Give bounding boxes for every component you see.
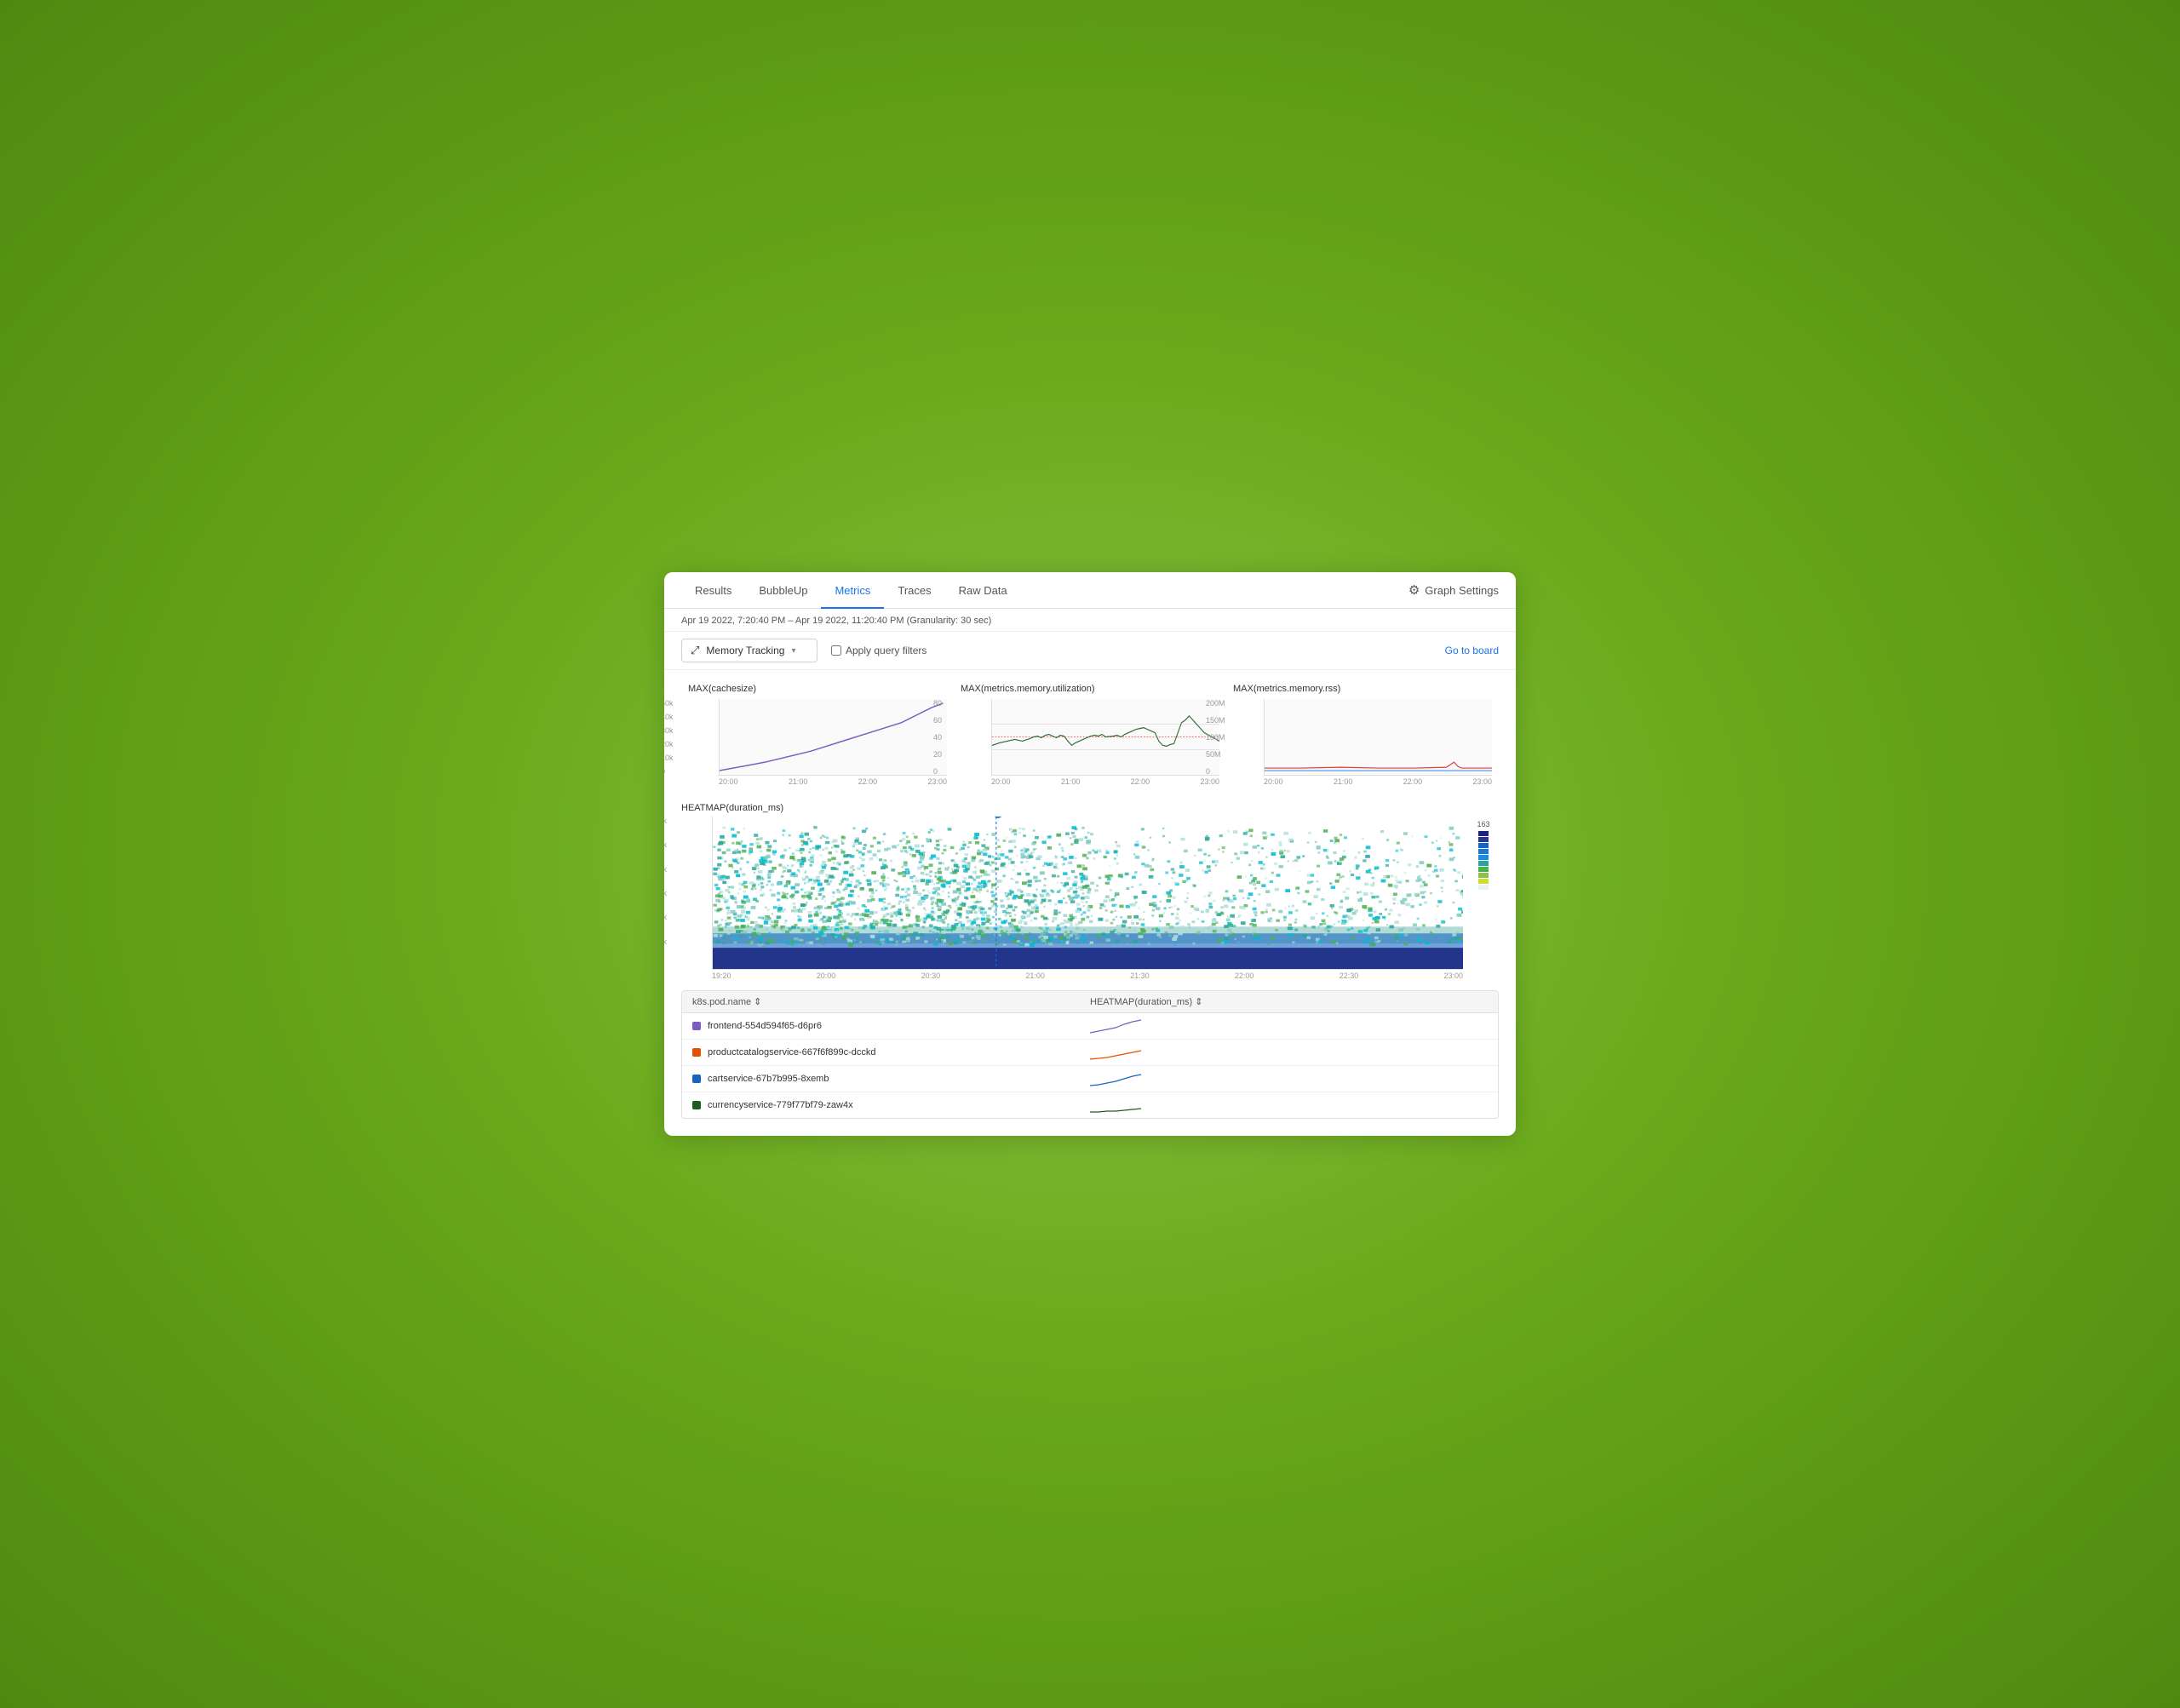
chart-rss-title: MAX(metrics.memory.rss) [1233,684,1492,694]
go-to-board-link[interactable]: Go to board [1445,645,1499,656]
legend-color-5 [1478,855,1489,860]
col1-header[interactable]: k8s.pod.name ⇕ [692,996,1090,1007]
chevron-down-icon: ▾ [791,646,795,656]
row-color-1 [692,1048,701,1057]
chart-icon: ⤢ [691,644,699,657]
mini-chart-1 [1090,1044,1141,1061]
graph-settings-label: Graph Settings [1425,584,1499,597]
row-name-2: cartservice-67b7b995-8xemb [708,1074,829,1084]
legend-color-9 [1478,879,1489,884]
row-left-0: frontend-554d594f65-d6pr6 [692,1021,1090,1031]
filter-bar: ⤢ Memory Tracking ▾ Apply query filters … [664,632,1516,670]
chart-rss-area [1264,699,1492,776]
row-name-0: frontend-554d594f65-d6pr6 [708,1021,822,1031]
date-range: Apr 19 2022, 7:20:40 PM – Apr 19 2022, 1… [664,609,1516,632]
chart-cachesize-ylabels: 50k40k30k20k10k0 [664,699,674,776]
chart-rss-xlabels: 20:0021:0022:0023:00 [1233,777,1492,786]
tab-bar: Results BubbleUp Metrics Traces Raw Data… [664,572,1516,609]
table-row: frontend-554d594f65-d6pr6 [682,1013,1498,1040]
table-header: k8s.pod.name ⇕ HEATMAP(duration_ms) ⇕ [682,991,1498,1013]
heatmap-canvas [712,817,1463,970]
legend-color-1 [1478,831,1489,836]
chart-cachesize: MAX(cachesize) 50k40k30k20k10k0 20:0021:… [681,680,954,793]
row-left-2: cartservice-67b7b995-8xemb [692,1074,1090,1084]
chart-rss-ylabels: 200M150M100M50M0 [1206,699,1225,776]
chart-cachesize-xlabels: 20:0021:0022:0023:00 [688,777,947,786]
row-left-1: productcatalogservice-667f6f899c-dcckd [692,1047,1090,1057]
chart-utilization-ylabels: 806040200 [933,699,942,776]
legend-color-2 [1478,837,1489,842]
chart-utilization-title: MAX(metrics.memory.utilization) [961,684,1219,694]
charts-row: MAX(cachesize) 50k40k30k20k10k0 20:0021:… [664,670,1516,793]
heatmap-title: HEATMAP(duration_ms) [681,803,1499,813]
apply-filters-label: Apply query filters [846,645,926,656]
row-right-3 [1090,1097,1488,1114]
heatmap-ylabels: 3.0k2.5k2.0k1.5k1.0k0.5k0 [664,817,667,970]
tab-metrics[interactable]: Metrics [821,572,884,609]
row-name-1: productcatalogservice-667f6f899c-dcckd [708,1047,876,1057]
row-right-0 [1090,1017,1488,1035]
mini-chart-0 [1090,1017,1141,1035]
tab-rawdata[interactable]: Raw Data [945,572,1021,609]
legend-color-10 [1478,885,1489,890]
chart-rss: MAX(metrics.memory.rss) 200M150M100M50M0… [1226,680,1499,793]
legend-max: 163 [1477,820,1489,828]
chart-utilization-xlabels: 20:0021:0022:0023:00 [961,777,1219,786]
chart-cachesize-area [719,699,947,776]
row-right-2 [1090,1070,1488,1087]
row-right-1 [1090,1044,1488,1061]
row-left-3: currencyservice-779f77bf79-zaw4x [692,1100,1090,1110]
row-color-3 [692,1101,701,1109]
data-table: k8s.pod.name ⇕ HEATMAP(duration_ms) ⇕ fr… [681,990,1499,1119]
heatmap-xlabels: 19:2020:0020:3021:0021:3022:0022:3023:00 [681,971,1463,980]
apply-filters-checkbox[interactable]: Apply query filters [831,645,926,656]
row-color-0 [692,1022,701,1030]
mini-chart-2 [1090,1070,1141,1087]
row-color-2 [692,1075,701,1083]
table-row: productcatalogservice-667f6f899c-dcckd [682,1040,1498,1066]
table-row: cartservice-67b7b995-8xemb [682,1066,1498,1092]
tab-bubbleup[interactable]: BubbleUp [745,572,821,609]
apply-filters-input[interactable] [831,645,841,656]
mini-chart-3 [1090,1097,1141,1114]
main-card: Results BubbleUp Metrics Traces Raw Data… [664,572,1516,1136]
chart-utilization: MAX(metrics.memory.utilization) 80604020… [954,680,1226,793]
legend-color-3 [1478,843,1489,848]
table-row: currencyservice-779f77bf79-zaw4x [682,1092,1498,1118]
chart-cachesize-title: MAX(cachesize) [688,684,947,694]
gear-icon: ⚙ [1408,582,1420,598]
graph-settings-button[interactable]: ⚙ Graph Settings [1408,582,1499,598]
heatmap-section: HEATMAP(duration_ms) 3.0k2.5k2.0k1.5k1.0… [664,793,1516,983]
chart-utilization-area [991,699,1219,776]
legend-color-7 [1478,867,1489,872]
legend-color-4 [1478,849,1489,854]
legend-color-6 [1478,861,1489,866]
metric-dropdown[interactable]: ⤢ Memory Tracking ▾ [681,639,818,662]
row-name-3: currencyservice-779f77bf79-zaw4x [708,1100,853,1110]
dropdown-label: Memory Tracking [706,645,784,656]
heatmap-legend: 163 [1468,817,1499,890]
col2-header[interactable]: HEATMAP(duration_ms) ⇕ [1090,996,1488,1007]
tab-results[interactable]: Results [681,572,745,609]
legend-color-8 [1478,873,1489,878]
tab-traces[interactable]: Traces [884,572,944,609]
